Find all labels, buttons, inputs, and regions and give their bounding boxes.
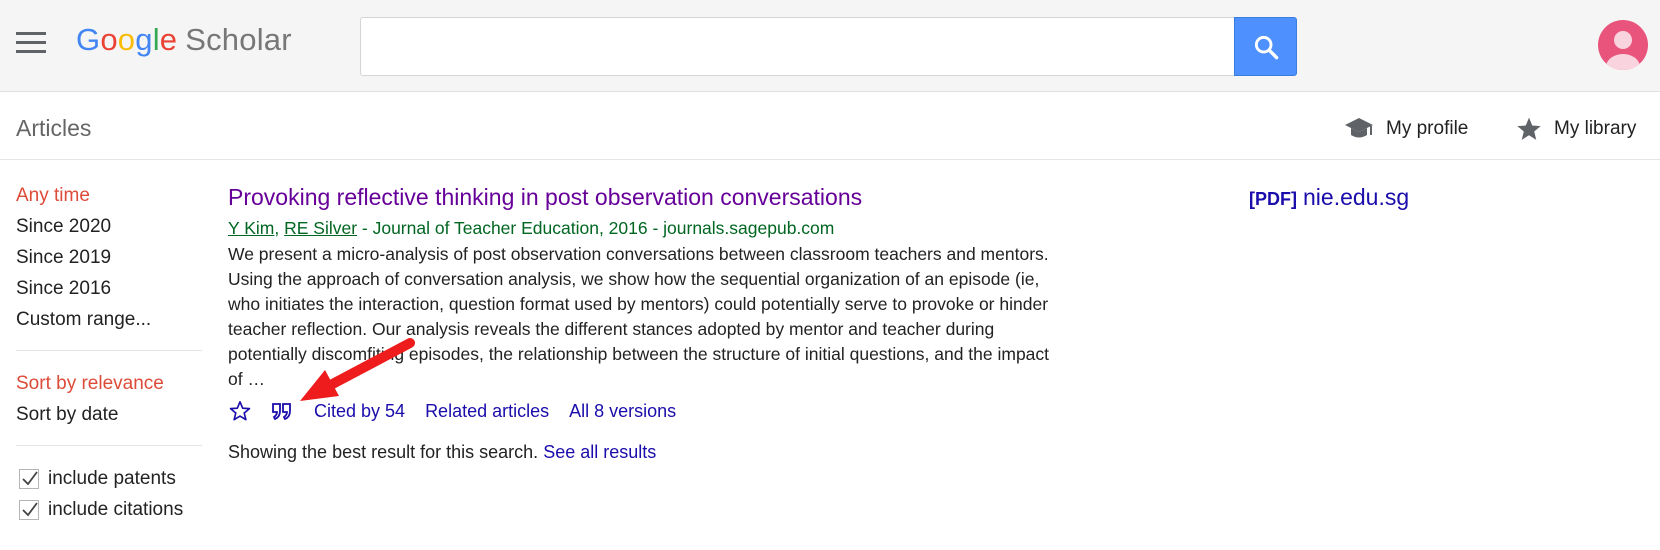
- result-actions: Cited by 54 Related articles All 8 versi…: [228, 396, 1068, 426]
- filter-any-time[interactable]: Any time: [16, 180, 202, 211]
- result-source: - Journal of Teacher Education, 2016 - j…: [357, 218, 835, 238]
- my-library-link[interactable]: My library: [1516, 115, 1636, 143]
- result-title-link[interactable]: Provoking reflective thinking in post ob…: [228, 180, 862, 214]
- result-meta: Y Kim, RE Silver - Journal of Teacher Ed…: [228, 218, 835, 238]
- best-result-note: Showing the best result for this search.…: [228, 442, 657, 462]
- search-result: Provoking reflective thinking in post ob…: [228, 180, 1068, 463]
- pdf-tag: [PDF]: [1249, 189, 1297, 209]
- filter-custom-range[interactable]: Custom range...: [16, 304, 202, 335]
- my-library-label: My library: [1554, 118, 1637, 139]
- related-articles-link[interactable]: Related articles: [425, 401, 549, 422]
- cited-by-link[interactable]: Cited by 54: [314, 401, 405, 422]
- google-scholar-logo[interactable]: Google Scholar: [76, 22, 292, 58]
- result-snippet: We present a micro-analysis of post obse…: [228, 244, 1050, 389]
- include-patents-checkbox[interactable]: include patents: [16, 463, 202, 494]
- avatar-icon: [1606, 31, 1640, 70]
- search-icon: [1254, 35, 1279, 60]
- pdf-domain: nie.edu.sg: [1303, 184, 1410, 210]
- graduation-cap-icon: [1345, 118, 1373, 138]
- include-patents-label: include patents: [48, 467, 176, 489]
- checkbox-checked-icon: [19, 499, 39, 520]
- pdf-link[interactable]: [PDF] nie.edu.sg: [1249, 184, 1409, 211]
- search-input[interactable]: [360, 17, 1234, 76]
- filter-since-2020[interactable]: Since 2020: [16, 211, 202, 242]
- avatar[interactable]: [1598, 20, 1648, 70]
- sidebar-divider: [16, 445, 202, 446]
- include-citations-checkbox[interactable]: include citations: [16, 494, 202, 525]
- search-button[interactable]: [1234, 17, 1297, 76]
- sidebar-divider: [16, 350, 202, 351]
- my-profile-link[interactable]: My profile: [1344, 115, 1468, 143]
- author-link[interactable]: Y Kim: [228, 218, 274, 238]
- include-citations-label: include citations: [48, 498, 184, 520]
- filter-since-2016[interactable]: Since 2016: [16, 273, 202, 304]
- author-link[interactable]: RE Silver: [284, 218, 357, 238]
- menu-icon[interactable]: [16, 32, 48, 56]
- top-header: Google Scholar: [0, 0, 1660, 92]
- quote-icon[interactable]: [270, 399, 294, 423]
- see-all-results-link[interactable]: See all results: [543, 442, 656, 462]
- sort-by-relevance[interactable]: Sort by relevance: [16, 368, 202, 399]
- sub-bar: Articles My profile My library: [0, 93, 1660, 160]
- checkbox-checked-icon: [19, 468, 39, 489]
- star-icon: [1517, 117, 1541, 140]
- articles-label: Articles: [16, 115, 92, 141]
- all-versions-link[interactable]: All 8 versions: [569, 401, 676, 422]
- star-outline-icon[interactable]: [228, 399, 252, 423]
- filter-sidebar: Any time Since 2020 Since 2019 Since 201…: [16, 180, 202, 525]
- filter-since-2019[interactable]: Since 2019: [16, 242, 202, 273]
- my-profile-label: My profile: [1386, 118, 1469, 139]
- sort-by-date[interactable]: Sort by date: [16, 399, 202, 430]
